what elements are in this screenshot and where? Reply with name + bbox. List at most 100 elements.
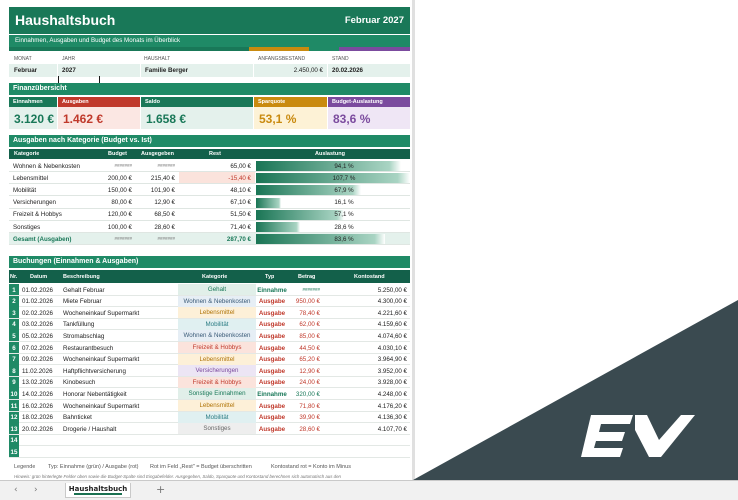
booking-description[interactable]: Wocheneinkauf Supermarkt [63,310,181,317]
booking-row[interactable]: 1 01.02.2026 Gehalt Februar Gehalt Einnahme #… [9,284,410,296]
booking-amount[interactable]: 28,60 € [289,426,320,433]
booking-amount[interactable]: 78,40 € [289,310,320,317]
booking-row[interactable]: 11 16.02.2026 Wocheneinkauf Supermarkt Lebe… [9,400,410,412]
category-usage-pct: 107,7 % [332,174,356,182]
booking-row[interactable]: 3 02.02.2026 Wocheneinkauf Supermarkt Leben… [9,307,410,319]
category-usage-pct: 16,1 % [334,199,354,207]
input-household[interactable]: Familie Berger [141,64,253,77]
booking-amount[interactable]: 24,00 € [289,379,320,386]
booking-date[interactable]: 07.02.2026 [22,345,60,352]
booking-description[interactable]: Tankfüllung [63,321,181,328]
input-stand[interactable]: 20.02.2026 [328,64,410,77]
booking-row[interactable]: 4 03.02.2026 Tankfüllung Mobilität Ausgabe 62… [9,318,410,331]
booking-nr: 1 [9,284,19,295]
booking-description[interactable]: Drogerie / Haushalt [63,426,181,433]
booking-type[interactable]: Einnahme [256,391,288,398]
category-usage-pct: 28,6 % [334,223,354,231]
tab-next-icon[interactable]: › [34,485,38,495]
booking-category[interactable]: Wohnen & Nebenkosten [178,330,256,342]
booking-description[interactable]: Bahnticket [63,414,181,421]
booking-description[interactable]: Stromabschlag [63,333,181,340]
kpi-income-value: 3.120 € [9,107,57,129]
booking-date[interactable]: 01.02.2026 [22,287,60,294]
tab-haushaltsbuch[interactable]: Haushaltsbuch [65,483,131,498]
booking-row[interactable]: 5 05.02.2026 Stromabschlag Wohnen & Nebenko… [9,330,410,342]
booking-date[interactable]: 13.02.2026 [22,379,60,386]
booking-category[interactable]: Mobilität [178,318,256,330]
booking-category[interactable]: Lebensmittel [178,400,256,411]
booking-amount[interactable]: 85,00 € [289,333,320,340]
booking-amount[interactable]: 39,90 € [289,414,320,421]
booking-nr: 15 [9,446,19,458]
booking-type[interactable]: Einnahme [256,287,288,294]
booking-date[interactable]: 16.02.2026 [22,403,60,410]
booking-category[interactable]: Gehalt [178,284,256,295]
booking-type[interactable]: Ausgabe [256,321,288,328]
tab-prev-icon[interactable]: ‹ [14,485,18,495]
booking-category[interactable]: Sonstiges [178,423,256,435]
booking-amount[interactable]: ####### [289,287,320,292]
booking-row[interactable]: 10 14.02.2026 Honorar Nebentätigkeit Sonsti… [9,388,410,400]
booking-category[interactable]: Freizeit & Hobbys [178,342,256,353]
add-sheet-button[interactable]: + [156,483,165,496]
booking-row[interactable]: 14 [9,434,410,447]
booking-date[interactable]: 20.02.2026 [22,426,60,433]
booking-type[interactable]: Ausgabe [256,426,288,433]
input-month[interactable]: Februar [9,64,57,77]
booking-row[interactable]: 2 01.02.2026 Miete Februar Wohnen & Nebenko… [9,295,410,308]
kpi-saldo-value: 1.658 € [141,107,253,129]
label-month: MONAT [14,56,32,62]
booking-type[interactable]: Ausgabe [256,368,288,375]
booking-type[interactable]: Ausgabe [256,298,288,305]
booking-description[interactable]: Miete Februar [63,298,181,305]
booking-category[interactable]: Wohnen & Nebenkosten [178,295,256,307]
category-rest: 67,10 € [230,199,251,207]
booking-type[interactable]: Ausgabe [256,310,288,317]
booking-date[interactable]: 11.02.2026 [22,368,60,375]
booking-date[interactable]: 09.02.2026 [22,356,60,363]
booking-category[interactable]: Mobilität [178,411,256,423]
booking-date[interactable]: 18.02.2026 [22,414,60,421]
booking-amount[interactable]: 71,80 € [289,403,320,410]
category-usage-pct: 94,1 % [334,162,354,170]
booking-category[interactable]: Freizeit & Hobbys [178,376,256,388]
booking-row[interactable]: 15 [9,446,410,458]
booking-category[interactable]: Lebensmittel [178,353,256,365]
booking-description[interactable]: Gehalt Februar [63,287,181,294]
booking-type[interactable]: Ausgabe [256,345,288,352]
booking-row[interactable]: 13 20.02.2026 Drogerie / Haushalt Sonstiges… [9,423,410,435]
booking-amount[interactable]: 44,50 € [289,345,320,352]
booking-row[interactable]: 9 13.02.2026 Kinobesuch Freizeit & Hobbys Au… [9,376,410,389]
booking-description[interactable]: Kinobesuch [63,379,181,386]
booking-category[interactable]: Versicherungen [178,365,256,377]
booking-date[interactable]: 05.02.2026 [22,333,60,340]
booking-type[interactable]: Ausgabe [256,356,288,363]
booking-row[interactable]: 12 18.02.2026 Bahnticket Mobilität Ausgabe 39… [9,411,410,424]
booking-type[interactable]: Ausgabe [256,379,288,386]
booking-description[interactable]: Wocheneinkauf Supermarkt [63,403,181,410]
input-start-balance[interactable]: 2.450,00 € [254,64,327,77]
booking-amount[interactable]: 12,90 € [289,368,320,375]
booking-row[interactable]: 7 09.02.2026 Wocheneinkauf Supermarkt Leben… [9,353,410,366]
booking-date[interactable]: 03.02.2026 [22,321,60,328]
booking-amount[interactable]: 950,00 € [289,298,320,305]
category-spent: 68,50 € [154,211,175,219]
booking-description[interactable]: Haftpflichtversicherung [63,368,181,375]
booking-category[interactable]: Lebensmittel [178,307,256,319]
booking-category[interactable]: Sonstige Einnahmen [178,388,256,400]
booking-description[interactable]: Restaurantbesuch [63,345,181,352]
booking-row[interactable]: 6 07.02.2026 Restaurantbesuch Freizeit & Ho… [9,342,410,354]
booking-date[interactable]: 01.02.2026 [22,298,60,305]
booking-amount[interactable]: 62,00 € [289,321,320,328]
booking-type[interactable]: Ausgabe [256,403,288,410]
col-nr: Nr. [10,274,18,280]
booking-type[interactable]: Ausgabe [256,414,288,421]
booking-type[interactable]: Ausgabe [256,333,288,340]
booking-amount[interactable]: 65,20 € [289,356,320,363]
booking-amount[interactable]: 320,00 € [289,391,320,398]
booking-date[interactable]: 02.02.2026 [22,310,60,317]
booking-date[interactable]: 14.02.2026 [22,391,60,398]
booking-row[interactable]: 8 11.02.2026 Haftpflichtversicherung Versic… [9,365,410,377]
booking-description[interactable]: Honorar Nebentätigkeit [63,391,181,398]
booking-description[interactable]: Wocheneinkauf Supermarkt [63,356,181,363]
